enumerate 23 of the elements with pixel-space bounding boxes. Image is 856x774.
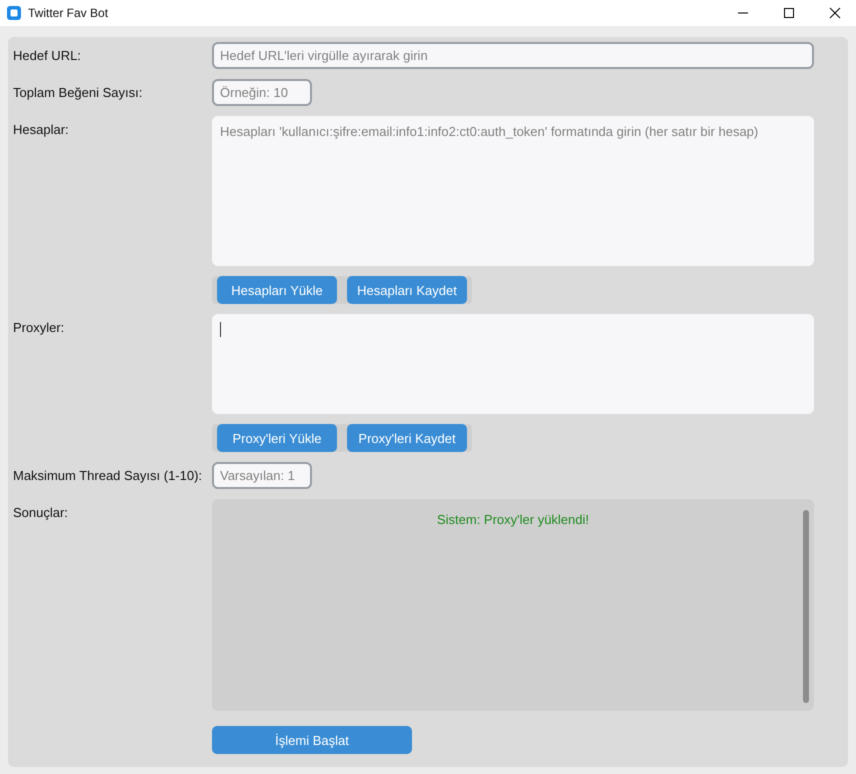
placeholder-text: Hesapları 'kullanıcı:şifre:email:info1:info2:ct0:auth_token' formatında girin (her satır bir hesap)	[220, 124, 758, 139]
field-label: Hedef URL:	[13, 47, 82, 65]
window-title: Twitter Fav Bot	[28, 6, 108, 20]
scrollbar[interactable]	[803, 510, 809, 703]
start-button[interactable]: İşlemi Başlat	[212, 726, 412, 754]
maximize-icon[interactable]	[783, 7, 795, 19]
text-area[interactable]: Hesapları 'kullanıcı:şifre:email:info1:info2:ct0:auth_token' formatında girin (her satır bir hesap)	[212, 116, 814, 266]
text-cursor	[220, 322, 221, 337]
field-label: Toplam Beğeni Sayısı:	[13, 84, 144, 102]
log-message: Sistem: Proxy'ler yüklendi!	[436, 512, 590, 527]
field-label: Sonuçlar:	[13, 504, 69, 522]
action-button[interactable]: Hesapları Yükle	[217, 276, 337, 304]
field-label: Proxyler:	[13, 319, 66, 337]
field-label: Hesaplar:	[13, 121, 70, 139]
input-field[interactable]: Örneğin: 10	[212, 79, 312, 106]
input-field[interactable]: Varsayılan: 1	[212, 462, 312, 489]
close-icon[interactable]	[829, 7, 841, 19]
app-icon	[7, 6, 21, 20]
action-button[interactable]: Proxy'leri Yükle	[217, 424, 337, 452]
input-field[interactable]: Hedef URL'leri virgülle ayırarak girin	[212, 42, 814, 69]
action-button[interactable]: Hesapları Kaydet	[347, 276, 467, 304]
field-label: Maksimum Thread Sayısı (1-10):	[13, 467, 204, 485]
action-button[interactable]: Proxy'leri Kaydet	[347, 424, 467, 452]
